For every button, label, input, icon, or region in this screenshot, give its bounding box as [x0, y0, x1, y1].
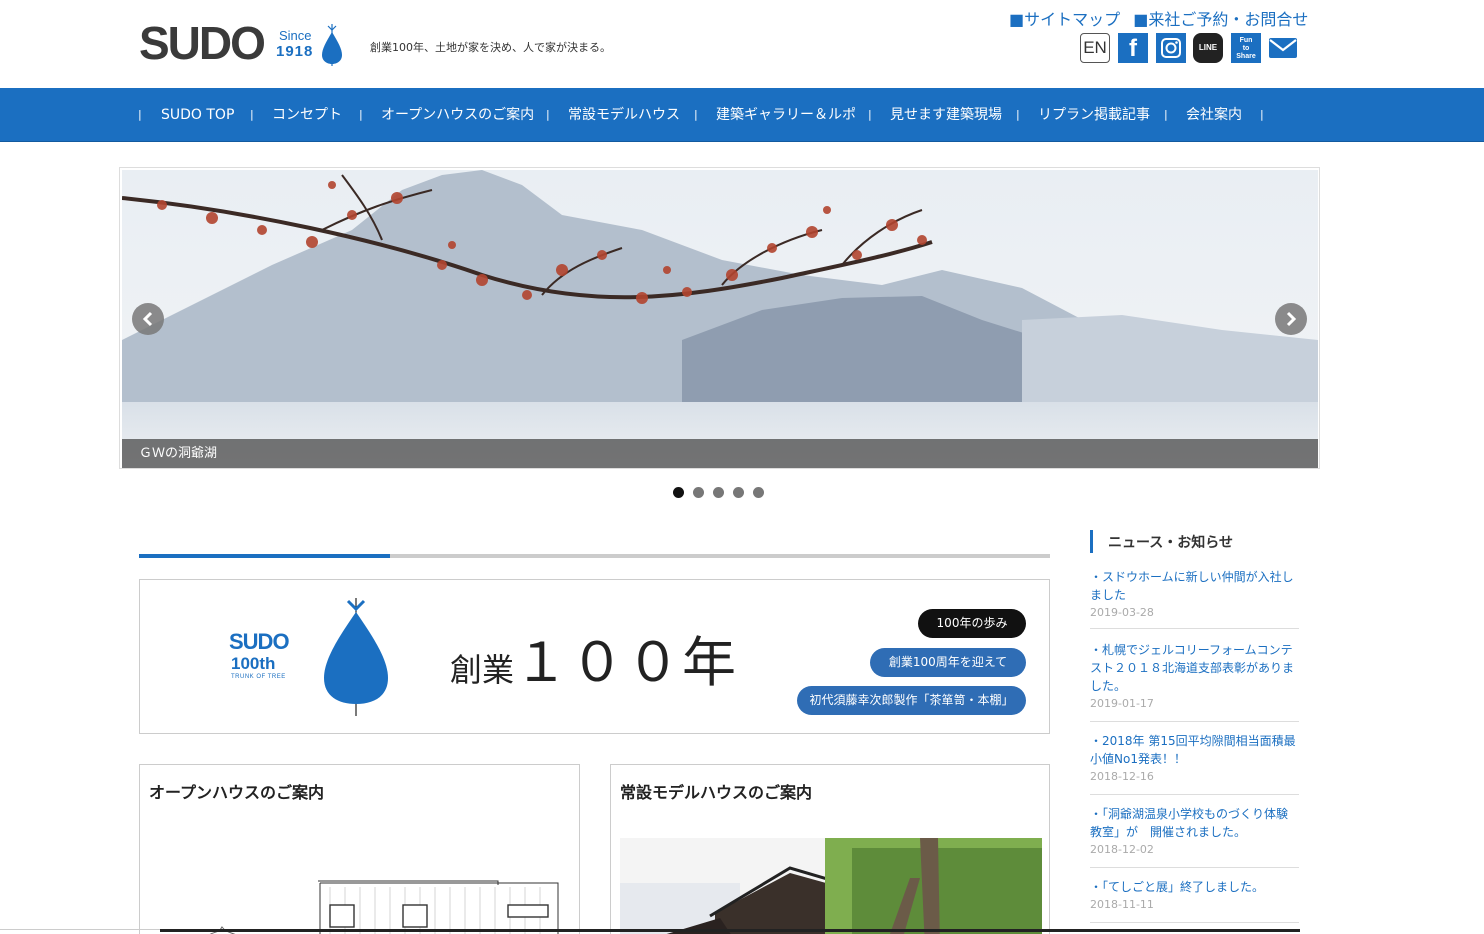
banner-title-prefix: 創業: [450, 651, 515, 689]
news-date: 2018-12-02: [1090, 843, 1154, 856]
news-link[interactable]: ・「洞爺湖温泉小学校ものづくり体験教室」が 開催されました。: [1090, 805, 1299, 841]
nav-item-construction-site[interactable]: 見せます建築現場: [890, 88, 1002, 142]
nav-item-concept[interactable]: コンセプト: [272, 88, 342, 142]
slide-caption: ＧＷの洞爺湖: [139, 446, 218, 461]
slider-pagination: [673, 487, 773, 499]
main-nav: | SUDO TOP | コンセプト | オープンハウスのご案内 | 常設モデル…: [0, 88, 1484, 142]
nav-separator: |: [1260, 108, 1264, 121]
news-item: ・「洞爺湖温泉小学校ものづくり体験教室」が 開催されました。 2018-12-0…: [1090, 805, 1299, 868]
instagram-icon[interactable]: [1156, 33, 1186, 63]
sitemap-link[interactable]: ■サイトマップ: [1009, 10, 1120, 29]
fun-label-3: Share: [1236, 53, 1256, 60]
fun-label-2: to: [1242, 45, 1250, 52]
news-link[interactable]: ・2018年 第15回平均隙間相当面積最小値No1発表！！: [1090, 732, 1299, 768]
slider-prev-button[interactable]: [132, 303, 164, 335]
section-divider-active: [139, 554, 390, 558]
slider-next-button[interactable]: [1275, 303, 1307, 335]
centennial-banner: SUDO 100th TRUNK OF TREE 創業１００年 100年の歩み …: [139, 579, 1050, 734]
news-item: ・札幌でジェルコリーフォームコンテスト２０１８北海道支部表彰がありました。 20…: [1090, 641, 1299, 722]
logo-year: 1918: [276, 43, 314, 60]
nav-separator: |: [138, 108, 142, 121]
slider-dot[interactable]: [753, 487, 764, 498]
facebook-icon[interactable]: f: [1118, 33, 1148, 63]
nav-separator: |: [694, 108, 698, 121]
card-title: 常設モデルハウスのご案内: [620, 783, 813, 802]
nav-item-replan-articles[interactable]: リプラン掲載記事: [1038, 88, 1150, 142]
card-title: オープンハウスのご案内: [149, 783, 325, 802]
nav-item-open-house[interactable]: オープンハウスのご案内: [381, 88, 534, 142]
news-item: ・2018年 第15回平均隙間相当面積最小値No1発表！！ 2018-12-16: [1090, 732, 1299, 795]
slider-dot[interactable]: [713, 487, 724, 498]
leaf-drop-icon: [324, 598, 388, 716]
nav-item-company[interactable]: 会社案内: [1186, 88, 1242, 142]
nav-item-model-house[interactable]: 常設モデルハウス: [568, 88, 680, 142]
logo-wordmark: SUDO: [139, 17, 266, 69]
top-links: ■サイトマップ ■来社ご予約・お問合せ: [1009, 6, 1316, 30]
news-date: 2018-11-11: [1090, 898, 1154, 911]
nav-item-sudo-top[interactable]: SUDO TOP: [161, 88, 234, 142]
news-date: 2019-03-28: [1090, 606, 1154, 619]
nav-separator: |: [250, 108, 254, 121]
news-heading: ニュース・お知らせ: [1090, 530, 1300, 553]
hero-slider: ＧＷの洞爺湖: [119, 167, 1320, 469]
news-link[interactable]: ・スドウホームに新しい仲間が入社しました: [1090, 568, 1299, 604]
slider-dot[interactable]: [693, 487, 704, 498]
banner-logo-100th: 100th: [231, 654, 276, 673]
logo-since: Since: [279, 28, 312, 43]
nav-separator: |: [359, 108, 363, 121]
model-house-photo: [620, 838, 1042, 934]
site-header: SUDO Since 1918 創業100年、土地が家を決め、人で家が決まる。 …: [0, 0, 1484, 88]
nav-item-gallery[interactable]: 建築ギャラリー＆ルポ: [716, 88, 856, 142]
banner-logo-trunk: TRUNK OF TREE: [231, 674, 286, 680]
contact-link[interactable]: ■来社ご予約・お問合せ: [1133, 10, 1308, 29]
news-heading-label: ニュース・お知らせ: [1108, 535, 1234, 551]
slider-dot[interactable]: [733, 487, 744, 498]
line-label: LINE: [1198, 43, 1218, 52]
slide-caption-bar: ＧＷの洞爺湖: [122, 439, 1318, 468]
landscape-illustration: [122, 170, 1318, 468]
footer-divider: [0, 929, 160, 930]
nav-separator: |: [1016, 108, 1020, 121]
news-link[interactable]: ・「てしごと展」終了しました。: [1090, 878, 1299, 896]
model-house-card[interactable]: 常設モデルハウスのご案内: [610, 764, 1050, 934]
news-item: ・「てしごと展」終了しました。 2018-11-11: [1090, 878, 1299, 923]
house-sketch-image: [209, 880, 559, 934]
tagline: 創業100年、土地が家を決め、人で家が決まる。: [370, 41, 611, 54]
chevron-right-icon: [1286, 311, 1297, 327]
banner-title-number: １００年: [514, 631, 739, 694]
history-button[interactable]: 100年の歩み: [918, 609, 1026, 638]
nav-separator: |: [868, 108, 872, 121]
line-icon[interactable]: LINE: [1193, 33, 1223, 63]
news-date: 2019-01-17: [1090, 697, 1154, 710]
banner-title: 創業１００年: [450, 618, 738, 697]
slider-dot[interactable]: [673, 487, 684, 498]
open-house-card[interactable]: オープンハウスのご案内: [139, 764, 580, 934]
fun-to-share-icon[interactable]: Fun to Share: [1231, 33, 1261, 63]
slide-image-lake-toya[interactable]: [122, 170, 1318, 468]
news-item: ・スドウホームに新しい仲間が入社しました 2019-03-28: [1090, 568, 1299, 629]
nav-separator: |: [546, 108, 550, 121]
news-date: 2018-12-16: [1090, 770, 1154, 783]
nav-separator: |: [1164, 108, 1168, 121]
english-button[interactable]: EN: [1080, 33, 1110, 63]
footer-divider-dark: [160, 929, 1300, 932]
furniture-button[interactable]: 初代須藤幸次郎製作「茶箪笥・本棚」: [797, 686, 1026, 715]
sudo-logo[interactable]: SUDO Since 1918: [139, 20, 349, 66]
instagram-glyph: [1161, 38, 1181, 58]
mail-glyph: [1269, 38, 1297, 58]
mail-icon[interactable]: [1268, 33, 1298, 63]
fun-label-1: Fun: [1239, 37, 1253, 44]
banner-logo-sudo: SUDO: [229, 629, 290, 654]
news-link[interactable]: ・札幌でジェルコリーフォームコンテスト２０１８北海道支部表彰がありました。: [1090, 641, 1299, 695]
leaf-drop-icon: [322, 24, 342, 66]
chevron-left-icon: [142, 311, 153, 327]
anniversary-button[interactable]: 創業100周年を迎えて: [870, 648, 1026, 677]
